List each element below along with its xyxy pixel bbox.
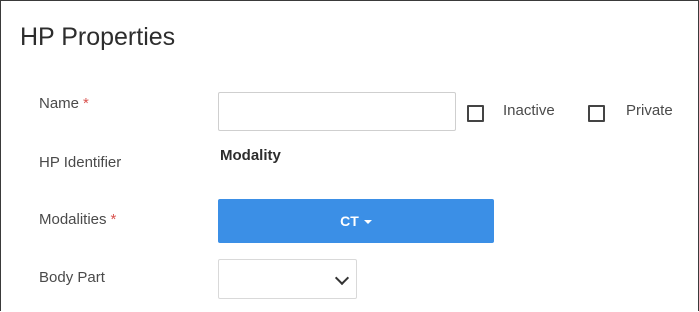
body-part-select[interactable] [218, 259, 357, 299]
modalities-label-text: Modalities [39, 211, 107, 228]
name-label-text: Name [39, 95, 80, 112]
private-label: Private [626, 102, 673, 119]
caret-down-icon [363, 220, 372, 224]
hp-identifier-value: Modality [220, 147, 281, 164]
private-checkbox[interactable] [588, 105, 605, 122]
hp-identifier-label: HP Identifier [39, 154, 122, 171]
inactive-label: Inactive [503, 102, 555, 119]
name-input[interactable] [218, 92, 456, 131]
page-title: HP Properties [20, 23, 176, 51]
name-label: Name * [39, 95, 89, 112]
modalities-label: Modalities * [39, 211, 116, 228]
modalities-dropdown-button[interactable]: CT [218, 199, 494, 243]
required-mark: * [83, 95, 89, 112]
inactive-checkbox[interactable] [467, 105, 484, 122]
required-mark: * [110, 211, 117, 228]
modalities-value: CT [340, 213, 359, 229]
body-part-label: Body Part [39, 269, 105, 286]
hp-properties-panel: HP Properties Name * Inactive Private HP … [0, 0, 699, 311]
chevron-down-icon [334, 270, 350, 286]
